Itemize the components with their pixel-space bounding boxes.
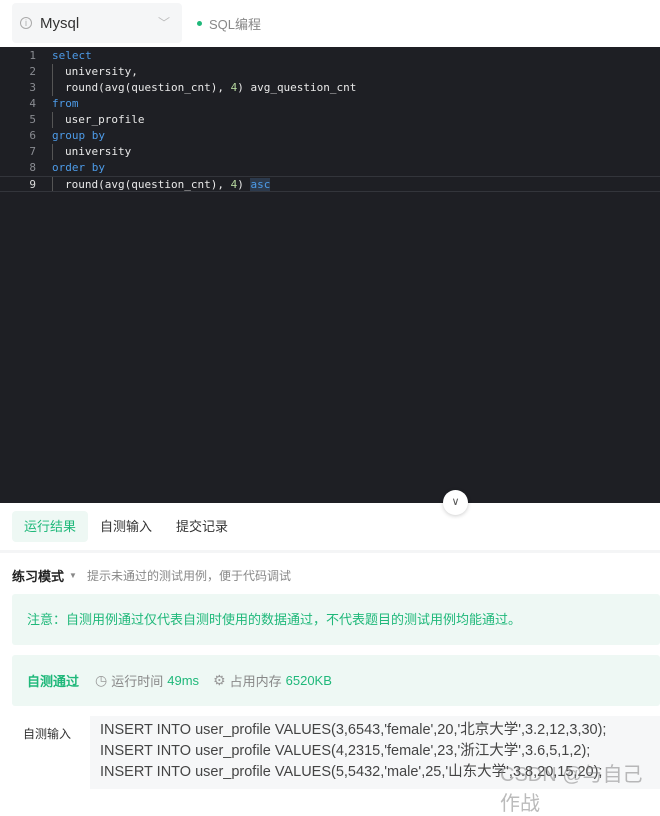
result-tabs: 运行结果 自测输入 提交记录 [12,511,240,542]
code-line: 3 round(avg(question_cnt), 4) avg_questio… [0,80,660,96]
code-token: university, [65,65,138,78]
self-input-label: 自测输入 [23,727,72,741]
practice-mode-dropdown[interactable]: 练习模式 [12,566,64,585]
result-panel: 自测通过 ◷ 运行时间 49ms ⚙ 占用内存 6520KB [12,655,660,706]
mode-label: SQL编程 [209,17,262,32]
code-line: 5 user_profile [0,112,660,128]
caret-down-icon[interactable]: ▼ [69,571,77,580]
top-bar: i Mysql ﹀ SQL编程 [0,0,660,47]
collapse-button[interactable]: ∨ [443,490,468,515]
code-text: round(avg(question_cnt), 4) asc [38,177,271,191]
memory-value: 6520KB [285,673,332,688]
line-number: 5 [29,113,36,126]
chip-icon: ⚙ [213,672,226,688]
code-text: order by [38,160,105,176]
line-number: 4 [29,97,36,110]
practice-mode: 练习模式 ▼ 提示未通过的测试用例，便于代码调试 [12,566,291,585]
code-token: group by [52,129,105,142]
line-number: 8 [29,161,36,174]
language-select[interactable]: i Mysql ﹀ [12,3,182,43]
code-token: round(avg(question_cnt), [65,178,231,191]
code-text: university, [38,64,138,80]
code-token: university [65,145,132,158]
code-token: ) avg_question_cnt [237,81,357,94]
watermark: CSDN @与自己作战 [500,764,643,815]
status-dot-icon [197,21,202,26]
line-number: 2 [29,65,36,78]
language-value: Mysql [40,14,80,32]
memory-label: 占用内存 [229,674,282,689]
chevron-down-icon: ∨ [451,496,460,508]
code-line: 7 university [0,144,660,160]
clock-icon: ◷ [95,672,108,688]
code-token: ) [237,178,251,191]
code-line: 8 order by [0,160,660,176]
code-token: select [52,49,92,62]
tab-run-result[interactable]: 运行结果 [12,511,89,542]
code-line: 4 from [0,96,660,112]
code-token: order by [52,161,105,174]
code-text: user_profile [38,112,144,128]
code-token: asc [250,178,271,191]
code-token: round(avg(question_cnt), [65,81,231,94]
line-number: 3 [29,81,36,94]
code-editor[interactable]: 1 select 2 university, 3 round(avg(question_c… [0,47,660,503]
line-number: 1 [29,49,36,62]
code-text: from [38,96,79,112]
mode-indicator: SQL编程 [197,14,261,33]
line-number: 9 [29,178,36,191]
code-text: university [38,144,131,160]
code-token: user_profile [65,113,145,126]
time-value: 49ms [167,673,200,688]
tab-submit-history[interactable]: 提交记录 [164,511,240,542]
line-number: 6 [29,129,36,142]
code-line: 1 select [0,48,660,64]
tab-self-test-input[interactable]: 自测输入 [88,511,164,542]
code-token: from [52,97,79,110]
chevron-down-icon: ﹀ [157,16,170,30]
status-badge: 自测通过 [27,674,80,689]
divider [0,550,660,553]
notice-banner: 注意：自测用例通过仅代表自测时使用的数据通过，不代表题目的测试用例均能通过。 [12,594,660,645]
code-text: round(avg(question_cnt), 4) avg_question… [38,80,356,96]
input-line: INSERT INTO user_profile VALUES(3,6543,'… [100,722,607,738]
time-label: 运行时间 [111,674,164,689]
code-text: select [38,48,92,64]
practice-hint: 提示未通过的测试用例，便于代码调试 [86,569,291,583]
code-line: 9 round(avg(question_cnt), 4) asc [0,176,660,192]
line-number: 7 [29,145,36,158]
info-icon: i [20,17,32,29]
code-line: 2 university, [0,64,660,80]
code-line: 6 group by [0,128,660,144]
code-text: group by [38,128,105,144]
